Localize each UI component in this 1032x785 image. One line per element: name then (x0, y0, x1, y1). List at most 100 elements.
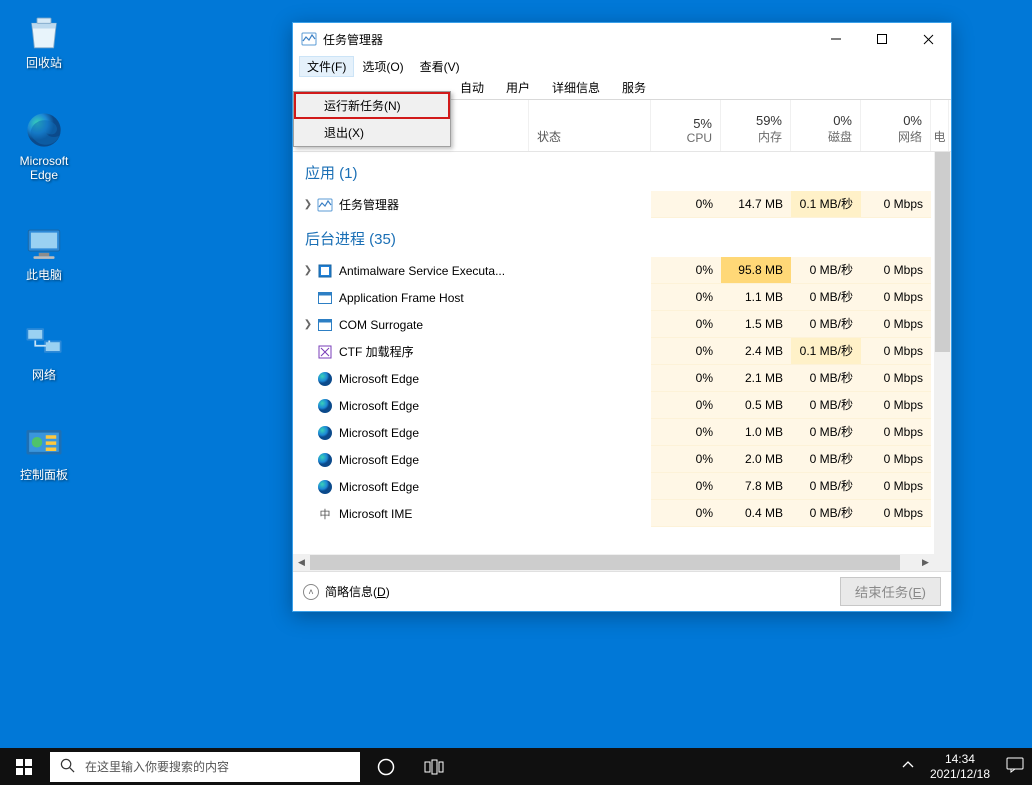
process-row[interactable]: ❯ Antimalware Service Executa... 0% 95.8… (293, 257, 951, 284)
cell-disk: 0 MB/秒 (791, 311, 861, 338)
tab-users[interactable]: 用户 (495, 77, 541, 99)
network-icon (22, 322, 66, 366)
process-name: Microsoft Edge (339, 426, 419, 440)
cell-memory: 7.8 MB (721, 473, 791, 500)
process-name: CTF 加载程序 (339, 343, 414, 360)
cell-network: 0 Mbps (861, 500, 931, 527)
header-disk[interactable]: 0% 磁盘 (791, 100, 861, 151)
process-row[interactable]: Microsoft Edge 0% 2.0 MB 0 MB/秒 0 Mbps (293, 446, 951, 473)
start-button[interactable] (0, 748, 48, 785)
action-center-button[interactable] (998, 757, 1032, 776)
scrollbar-thumb[interactable] (310, 555, 900, 570)
process-name: Antimalware Service Executa... (339, 264, 505, 278)
clock-date: 2021/12/18 (930, 767, 990, 781)
expand-chevron-icon[interactable]: ❯ (301, 319, 315, 330)
desktop-icon-network[interactable]: 网络 (6, 322, 82, 382)
process-row[interactable]: 中 Microsoft IME 0% 0.4 MB 0 MB/秒 0 Mbps (293, 500, 951, 527)
desktop-icon-label: 回收站 (26, 56, 62, 70)
process-icon (317, 317, 333, 333)
svg-text:中: 中 (320, 508, 331, 521)
cell-disk: 0 MB/秒 (791, 392, 861, 419)
menu-view[interactable]: 查看(V) (412, 56, 468, 77)
cell-cpu: 0% (651, 392, 721, 419)
desktop-icon-control-panel[interactable]: 控制面板 (6, 422, 82, 482)
cell-network: 0 Mbps (861, 284, 931, 311)
cell-disk: 0 MB/秒 (791, 419, 861, 446)
scrollbar-corner (934, 554, 951, 571)
horizontal-scrollbar[interactable]: ◀ ▶ (293, 554, 934, 571)
cell-disk: 0.1 MB/秒 (791, 191, 861, 218)
process-icon (317, 263, 333, 279)
desktop-icon-edge[interactable]: Microsoft Edge (6, 108, 82, 183)
menu-options[interactable]: 选项(O) (354, 56, 411, 77)
process-icon (317, 197, 333, 213)
cell-memory: 2.0 MB (721, 446, 791, 473)
edge-browser-icon (22, 108, 66, 152)
tab-services[interactable]: 服务 (611, 77, 657, 99)
maximize-button[interactable] (859, 23, 905, 55)
process-row[interactable]: Application Frame Host 0% 1.1 MB 0 MB/秒 … (293, 284, 951, 311)
task-view-button[interactable] (410, 748, 458, 785)
titlebar[interactable]: 任务管理器 (293, 23, 951, 55)
process-name: Microsoft IME (339, 507, 412, 521)
process-name: 任务管理器 (339, 196, 399, 213)
process-row[interactable]: ❯ COM Surrogate 0% 1.5 MB 0 MB/秒 0 Mbps (293, 311, 951, 338)
taskbar-search[interactable]: 在这里输入你要搜索的内容 (50, 752, 360, 782)
menu-file[interactable]: 文件(F) (299, 56, 354, 77)
minimize-button[interactable] (813, 23, 859, 55)
tab-details[interactable]: 详细信息 (541, 77, 611, 99)
header-status[interactable]: 状态 (529, 100, 651, 151)
cell-network: 0 Mbps (861, 191, 931, 218)
header-power[interactable]: 电 (931, 100, 949, 151)
process-row[interactable]: Microsoft Edge 0% 0.5 MB 0 MB/秒 0 Mbps (293, 392, 951, 419)
process-row[interactable]: ❯ 任务管理器 0% 14.7 MB 0.1 MB/秒 0 Mbps (293, 191, 951, 218)
cell-disk: 0.1 MB/秒 (791, 338, 861, 365)
scrollbar-thumb[interactable] (935, 152, 950, 352)
cell-network: 0 Mbps (861, 473, 931, 500)
fewer-details-toggle[interactable]: ˄ 简略信息(D) (303, 583, 390, 600)
tab-startup-partial[interactable]: 自动 (457, 77, 495, 99)
process-name: Microsoft Edge (339, 399, 419, 413)
search-placeholder: 在这里输入你要搜索的内容 (85, 758, 229, 775)
task-manager-window: 任务管理器 文件(F) 选项(O) 查看(V) 自动 用户 详细信息 服务 运行… (292, 22, 952, 612)
expand-chevron-icon[interactable]: ❯ (301, 199, 315, 210)
vertical-scrollbar[interactable] (934, 152, 951, 554)
cell-network: 0 Mbps (861, 311, 931, 338)
cell-cpu: 0% (651, 473, 721, 500)
window-buttons (813, 23, 951, 55)
menu-item-exit[interactable]: 退出(X) (294, 119, 450, 146)
expand-chevron-icon[interactable]: ❯ (301, 265, 315, 276)
scroll-right-icon[interactable]: ▶ (917, 554, 934, 571)
process-icon (317, 290, 333, 306)
desktop-icon-label: 网络 (32, 368, 56, 382)
cell-network: 0 Mbps (861, 338, 931, 365)
cell-cpu: 0% (651, 284, 721, 311)
header-cpu[interactable]: 5% CPU (651, 100, 721, 151)
cell-cpu: 0% (651, 500, 721, 527)
tray-overflow[interactable] (894, 759, 922, 774)
process-row[interactable]: CTF 加载程序 0% 2.4 MB 0.1 MB/秒 0 Mbps (293, 338, 951, 365)
close-button[interactable] (905, 23, 951, 55)
process-row[interactable]: Microsoft Edge 0% 1.0 MB 0 MB/秒 0 Mbps (293, 419, 951, 446)
statusbar: ˄ 简略信息(D) 结束任务(E) (293, 571, 951, 611)
cell-memory: 95.8 MB (721, 257, 791, 284)
taskbar-clock[interactable]: 14:34 2021/12/18 (922, 752, 998, 781)
process-row[interactable]: Microsoft Edge 0% 2.1 MB 0 MB/秒 0 Mbps (293, 365, 951, 392)
menu-item-run-new-task[interactable]: 运行新任务(N) (294, 92, 450, 119)
cell-disk: 0 MB/秒 (791, 365, 861, 392)
control-panel-icon (22, 422, 66, 466)
process-name: Microsoft Edge (339, 480, 419, 494)
header-memory[interactable]: 59% 内存 (721, 100, 791, 151)
process-row[interactable]: Microsoft Edge 0% 7.8 MB 0 MB/秒 0 Mbps (293, 473, 951, 500)
cortana-button[interactable] (362, 748, 410, 785)
process-icon: 中 (317, 506, 333, 522)
scroll-left-icon[interactable]: ◀ (293, 554, 310, 571)
desktop-icon-recycle-bin[interactable]: 回收站 (6, 10, 82, 70)
desktop-icon-this-pc[interactable]: 此电脑 (6, 222, 82, 282)
header-network[interactable]: 0% 网络 (861, 100, 931, 151)
clock-time: 14:34 (930, 752, 990, 766)
cell-network: 0 Mbps (861, 257, 931, 284)
end-task-button[interactable]: 结束任务(E) (840, 577, 941, 606)
circle-icon (377, 758, 395, 776)
recycle-bin-icon (22, 10, 66, 54)
